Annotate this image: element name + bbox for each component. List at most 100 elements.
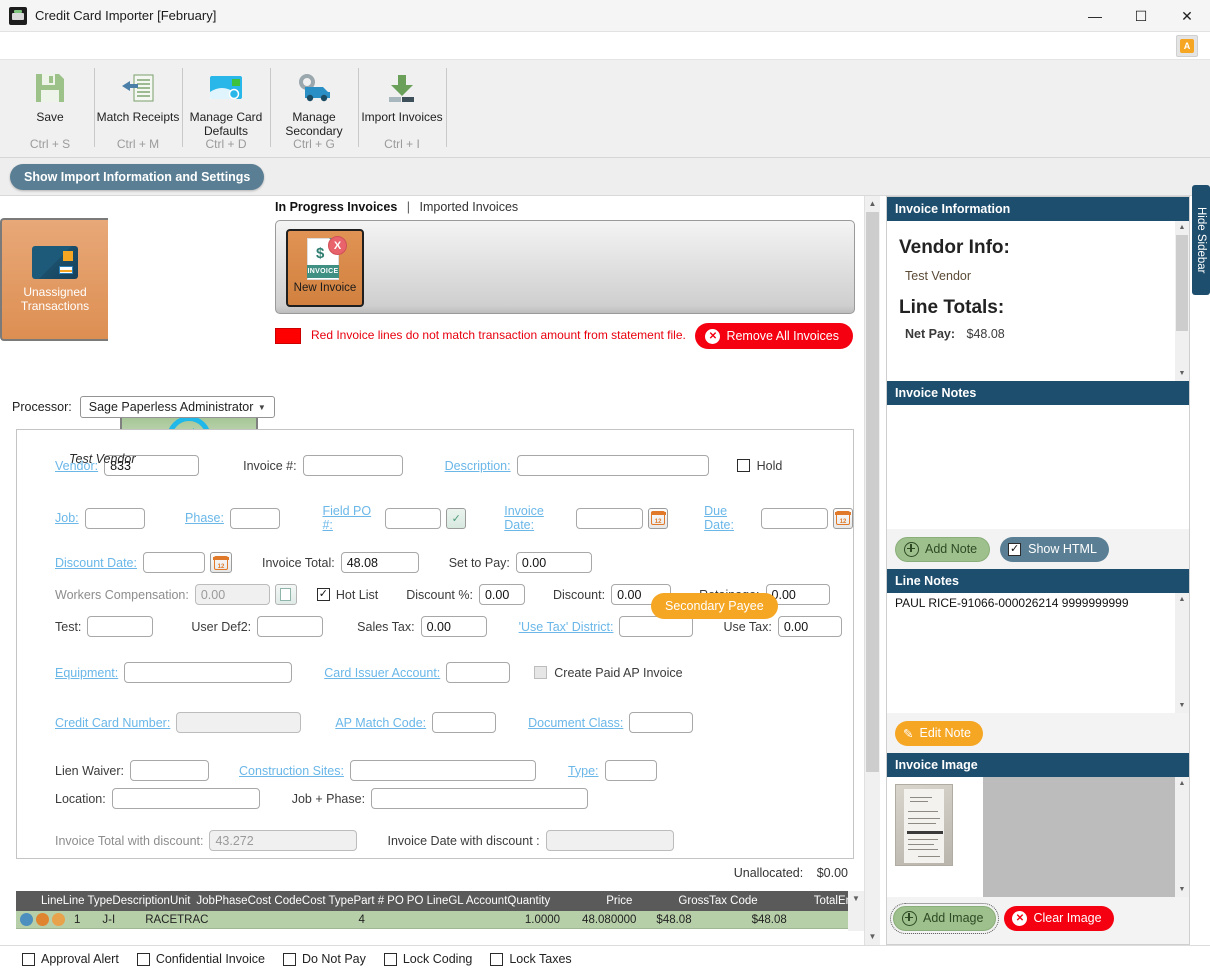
do-not-pay-checkbox-item[interactable]: Do Not Pay [282, 952, 366, 966]
test-input[interactable] [87, 616, 154, 637]
discount-date-label[interactable]: Discount Date: [55, 556, 137, 570]
document-class-label[interactable]: Document Class: [528, 716, 623, 730]
scroll-down-icon[interactable]: ▼ [1175, 699, 1189, 713]
user-def2-input[interactable] [257, 616, 324, 637]
lock-taxes-checkbox-item[interactable]: Lock Taxes [490, 952, 572, 966]
card-issuer-label[interactable]: Card Issuer Account: [324, 666, 440, 680]
row-flag-icon[interactable] [52, 913, 65, 926]
add-note-button[interactable]: Add Note [895, 536, 991, 562]
invoice-date-calendar-button[interactable] [648, 507, 669, 529]
add-image-button[interactable]: Add Image [889, 902, 1000, 934]
scroll-up-icon[interactable]: ▲ [1175, 221, 1189, 235]
location-input[interactable] [111, 788, 260, 809]
minimize-button[interactable]: — [1072, 0, 1118, 32]
hold-checkbox[interactable] [736, 459, 750, 472]
hot-list-checkbox[interactable]: ✓ [316, 588, 330, 601]
invoice-total-input[interactable]: 48.08 [340, 552, 419, 573]
job-label[interactable]: Job: [55, 511, 79, 525]
remove-all-invoices-button[interactable]: ✕ Remove All Invoices [695, 323, 853, 349]
receipt-thumbnail[interactable] [895, 784, 953, 866]
discount-pct-input[interactable]: 0.00 [478, 584, 525, 605]
invoice-notes-body[interactable] [887, 405, 1189, 529]
scroll-up-icon[interactable]: ▲ [865, 196, 880, 212]
hide-sidebar-tab[interactable]: Hide Sidebar [1192, 185, 1210, 295]
discount-date-input[interactable] [142, 552, 205, 573]
quick-access-button[interactable]: A [1176, 35, 1198, 57]
set-to-pay-input[interactable]: 0.00 [515, 552, 592, 573]
show-import-information-button[interactable]: Show Import Information and Settings [10, 163, 265, 190]
use-tax-input[interactable]: 0.00 [777, 616, 842, 637]
card-issuer-input[interactable] [446, 662, 511, 683]
scrollbar-thumb[interactable] [866, 212, 879, 772]
grid-col-po-line[interactable]: PO Line [407, 895, 449, 907]
scrollbar-thumb[interactable] [1176, 235, 1188, 331]
line-notes-scrollbar[interactable]: ▲ ▼ [1175, 593, 1189, 713]
grid-col-description[interactable]: Description [112, 895, 170, 907]
lock-taxes-checkbox[interactable] [490, 952, 504, 966]
description-label[interactable]: Description: [445, 459, 511, 473]
grid-col-phase[interactable]: Phase [215, 895, 248, 907]
type-label[interactable]: Type: [568, 764, 599, 778]
invoice-image-body[interactable]: ▲ ▼ [887, 777, 1189, 897]
grid-col-gl-account[interactable]: GL Account [448, 895, 507, 907]
grid-scrollbar[interactable]: ▼ [848, 891, 864, 931]
ap-match-code-input[interactable] [432, 712, 497, 733]
do-not-pay-checkbox[interactable] [282, 952, 296, 966]
approval-alert-checkbox-item[interactable]: Approval Alert [22, 952, 119, 966]
use-tax-district-label[interactable]: 'Use Tax' District: [519, 620, 614, 634]
main-scrollbar[interactable]: ▲ ▼ [864, 196, 880, 945]
grid-col-price[interactable]: Price [606, 895, 632, 907]
description-input[interactable] [516, 455, 709, 476]
equipment-label[interactable]: Equipment: [55, 666, 118, 680]
credit-card-number-label[interactable]: Credit Card Number: [55, 716, 170, 730]
secondary-payee-button[interactable]: Secondary Payee [651, 593, 778, 619]
scroll-up-icon[interactable]: ▲ [1175, 777, 1189, 791]
invoice-image-scrollbar[interactable]: ▲ ▼ [1175, 777, 1189, 897]
ribbon-item-match-receipts[interactable]: Match Receipts Ctrl + M [94, 60, 182, 157]
grid-col-tax-code[interactable]: Tax Code [709, 895, 758, 907]
close-button[interactable]: ✕ [1164, 0, 1210, 32]
show-html-checkbox[interactable]: ✓ [1008, 542, 1022, 556]
table-row[interactable]: 1 J-I RACETRAC 4 1.0000 48.080000 $48.08… [16, 911, 864, 929]
remove-invoice-badge-icon[interactable]: X [328, 236, 347, 255]
ap-match-code-label[interactable]: AP Match Code: [335, 716, 426, 730]
grid-col-gross[interactable]: Gross [678, 895, 709, 907]
construction-sites-input[interactable] [349, 760, 536, 781]
image-preview-area[interactable] [983, 777, 1175, 897]
discount-date-calendar-button[interactable] [209, 552, 232, 573]
tab-in-progress-invoices[interactable]: In Progress Invoices [275, 200, 397, 214]
grid-col-part-no[interactable]: Part # [353, 895, 384, 907]
phase-input[interactable] [229, 507, 281, 529]
lock-coding-checkbox[interactable] [383, 952, 397, 966]
invoice-date-label[interactable]: Invoice Date: [504, 504, 569, 532]
ribbon-item-manage-card-defaults[interactable]: Manage Card Defaults Ctrl + D [182, 60, 270, 157]
scroll-down-icon[interactable]: ▼ [1175, 367, 1189, 381]
tab-imported-invoices[interactable]: Imported Invoices [420, 200, 519, 214]
type-input[interactable] [604, 760, 657, 781]
edit-note-button[interactable]: ✎ Edit Note [895, 720, 983, 746]
phase-label[interactable]: Phase: [185, 511, 224, 525]
grid-col-unit[interactable]: Unit [170, 895, 190, 907]
grid-col-job[interactable]: Job [196, 895, 215, 907]
ribbon-item-import-invoices[interactable]: Import Invoices Ctrl + I [358, 60, 446, 157]
due-date-calendar-button[interactable] [833, 507, 854, 529]
grid-col-cost-code[interactable]: Cost Code [248, 895, 302, 907]
field-po-check-button[interactable]: ✓ [446, 507, 467, 529]
scroll-down-icon[interactable]: ▼ [848, 891, 864, 907]
scroll-down-icon[interactable]: ▼ [865, 929, 880, 945]
invoice-date-input[interactable] [575, 507, 644, 529]
grid-col-cost-type[interactable]: Cost Type [302, 895, 354, 907]
equipment-input[interactable] [124, 662, 293, 683]
lock-coding-checkbox-item[interactable]: Lock Coding [383, 952, 472, 966]
unassigned-transactions-tile[interactable]: Unassigned Transactions [0, 218, 108, 341]
document-class-input[interactable] [629, 712, 694, 733]
invoice-information-scrollbar[interactable]: ▲ ▼ [1175, 221, 1189, 381]
use-tax-district-input[interactable] [619, 616, 694, 637]
confidential-invoice-checkbox-item[interactable]: Confidential Invoice [136, 952, 265, 966]
clear-image-button[interactable]: ✕ Clear Image [1004, 905, 1114, 931]
show-html-toggle[interactable]: ✓ Show HTML [1000, 536, 1109, 562]
approval-alert-checkbox[interactable] [22, 952, 35, 966]
ribbon-item-manage-secondary[interactable]: Manage Secondary Ctrl + G [270, 60, 358, 157]
maximize-button[interactable]: ☐ [1118, 0, 1164, 32]
workers-comp-calculator-button[interactable] [274, 584, 297, 605]
